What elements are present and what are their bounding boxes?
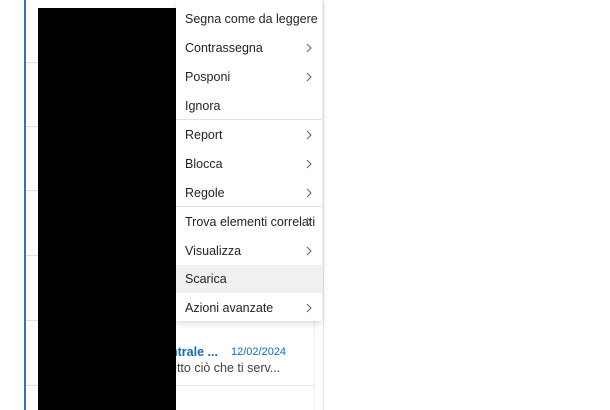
- chevron-right-icon: [306, 188, 312, 198]
- chevron-right-icon: [306, 130, 312, 140]
- menu-item-label: Blocca: [185, 157, 223, 171]
- menu-item-rules[interactable]: Regole: [176, 179, 322, 207]
- chevron-right-icon: [306, 43, 312, 53]
- menu-item-label: Trova elementi correlati: [185, 215, 316, 229]
- menu-item-label: Posponi: [185, 70, 231, 84]
- menu-item-label: Scarica: [185, 272, 227, 286]
- chevron-right-icon: [306, 159, 312, 169]
- menu-item-label: Visualizza: [185, 244, 242, 258]
- menu-item-mark-unread[interactable]: Segna come da leggere: [176, 5, 322, 33]
- menu-item-report[interactable]: Report: [176, 121, 322, 149]
- menu-item-label: Report: [185, 128, 223, 142]
- chevron-right-icon: [306, 217, 312, 227]
- menu-item-label: Ignora: [185, 99, 221, 113]
- menu-item-label: Segna come da leggere: [185, 12, 318, 26]
- chevron-right-icon: [306, 72, 312, 82]
- menu-item-snooze[interactable]: Posponi: [176, 63, 322, 91]
- menu-item-flag[interactable]: Contrassegna: [176, 34, 322, 62]
- mail-preview: utto ciò che ti serv...: [170, 361, 281, 375]
- list-right-border: [323, 0, 324, 410]
- menu-item-block[interactable]: Blocca: [176, 150, 322, 178]
- menu-item-label: Azioni avanzate: [185, 301, 274, 315]
- menu-item-label: Contrassegna: [185, 41, 263, 55]
- menu-item-find-related[interactable]: Trova elementi correlati: [176, 208, 322, 236]
- menu-divider: [176, 206, 322, 207]
- chevron-right-icon: [306, 303, 312, 313]
- mail-sender: ntrale ...: [170, 345, 218, 359]
- menu-divider: [176, 119, 322, 120]
- menu-item-advanced-actions[interactable]: Azioni avanzate: [176, 294, 322, 322]
- mail-date: 12/02/2024: [231, 346, 287, 358]
- chevron-right-icon: [306, 246, 312, 256]
- menu-item-label: Regole: [185, 186, 225, 200]
- menu-item-ignore[interactable]: Ignora: [176, 92, 322, 120]
- menu-item-download[interactable]: Scarica: [176, 265, 322, 293]
- menu-item-view[interactable]: Visualizza: [176, 237, 322, 265]
- redaction-block: [38, 8, 176, 410]
- context-menu: Segna come da leggere Contrassegna Pospo…: [176, 0, 322, 321]
